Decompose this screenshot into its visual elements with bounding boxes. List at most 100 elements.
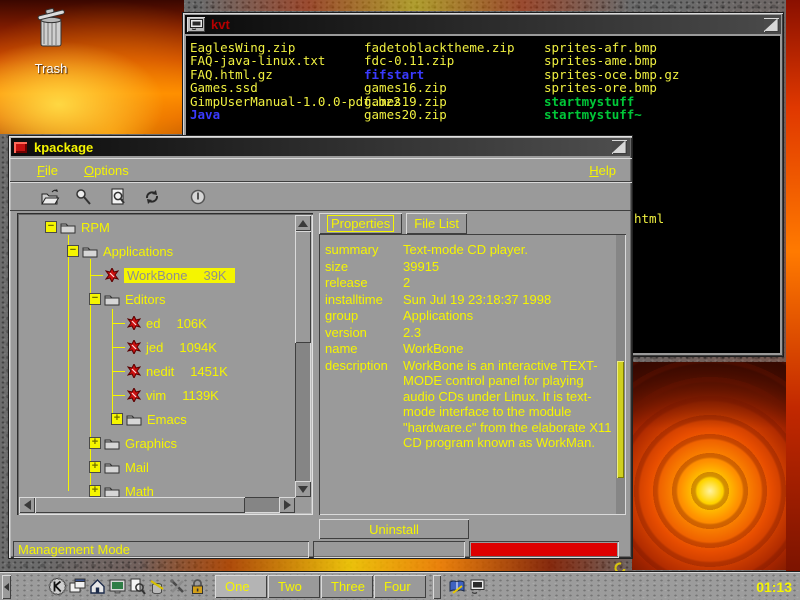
open-package-button[interactable] bbox=[39, 185, 61, 209]
desktop-button-two[interactable]: Two bbox=[268, 575, 320, 598]
k-menu-icon[interactable] bbox=[47, 575, 67, 599]
tab-file-list[interactable]: File List bbox=[406, 213, 467, 234]
properties-scrollbar[interactable] bbox=[616, 235, 625, 514]
package-size: 39K bbox=[203, 268, 226, 283]
file-name: fadetoblacktheme.zip bbox=[364, 41, 515, 54]
menu-help[interactable]: Help bbox=[589, 163, 616, 178]
desktop-pager: One Two Three Four bbox=[215, 575, 427, 598]
expand-expander-icon[interactable] bbox=[89, 461, 101, 473]
wallpaper-flame-bottom-right bbox=[632, 362, 788, 570]
window-list-icon[interactable] bbox=[67, 575, 87, 599]
kvt-app-icon[interactable] bbox=[187, 17, 205, 32]
collapse-expander-icon[interactable] bbox=[45, 221, 57, 233]
collapse-expander-icon[interactable] bbox=[67, 245, 79, 257]
tree-item-editors[interactable]: Editors bbox=[19, 287, 295, 311]
kvt-titlebar[interactable]: kvt bbox=[185, 15, 781, 34]
expand-expander-icon[interactable] bbox=[111, 413, 123, 425]
wallpaper-flame-bottom-strip bbox=[140, 559, 640, 572]
package-tree: RPM Applications WorkBone 39K bbox=[19, 215, 295, 497]
scroll-right-button[interactable] bbox=[279, 497, 295, 513]
scrollbar-thumb[interactable] bbox=[295, 231, 311, 343]
tree-item-ed[interactable]: ed 106K bbox=[19, 311, 295, 335]
collapse-expander-icon[interactable] bbox=[89, 293, 101, 305]
property-key: description bbox=[325, 358, 403, 451]
panel-hide-handle[interactable] bbox=[2, 575, 11, 599]
executable-name: startmystuff bbox=[544, 95, 679, 108]
desktop-button-four[interactable]: Four bbox=[374, 575, 426, 598]
folder-icon bbox=[104, 293, 120, 306]
properties-view: summary Text-mode CD player. size 39915 … bbox=[319, 234, 626, 515]
trash-label: Trash bbox=[16, 61, 86, 76]
find-package-button[interactable] bbox=[73, 185, 95, 209]
tree-item-jed[interactable]: jed 1094K bbox=[19, 335, 295, 359]
selection-highlight: WorkBone 39K bbox=[124, 268, 235, 283]
tree-label: nedit bbox=[146, 364, 174, 379]
tree-label: RPM bbox=[81, 220, 110, 235]
tab-properties[interactable]: Properties bbox=[319, 213, 402, 234]
menu-options[interactable]: Options bbox=[84, 163, 129, 178]
tree-item-graphics[interactable]: Graphics bbox=[19, 431, 295, 455]
property-value: WorkBone is an interactive TEXT-MODE con… bbox=[403, 358, 612, 451]
property-value: 39915 bbox=[403, 259, 612, 276]
menu-file[interactable]: File bbox=[37, 163, 58, 178]
home-icon[interactable] bbox=[87, 575, 107, 599]
terminal-file-column: sprites-afr.bmp sprites-ame.bmp sprites-… bbox=[544, 41, 679, 121]
rpm-package-icon bbox=[127, 364, 141, 378]
desktop-button-three[interactable]: Three bbox=[321, 575, 373, 598]
tree-item-nedit[interactable]: nedit 1451K bbox=[19, 359, 295, 383]
tree-item-mail[interactable]: Mail bbox=[19, 455, 295, 479]
expand-expander-icon[interactable] bbox=[89, 485, 101, 497]
package-size: 1451K bbox=[190, 364, 228, 379]
exit-button[interactable] bbox=[187, 185, 209, 209]
menubar: File Options Help bbox=[9, 158, 632, 182]
kpackage-maximize-button[interactable] bbox=[612, 140, 627, 154]
tree-item-vim[interactable]: vim 1139K bbox=[19, 383, 295, 407]
find-files-icon[interactable] bbox=[127, 575, 147, 599]
property-row: release 2 bbox=[325, 275, 612, 292]
status-bar-field bbox=[313, 541, 465, 558]
property-value: 2 bbox=[403, 275, 612, 292]
uninstall-button[interactable]: Uninstall bbox=[319, 519, 469, 539]
help-book-icon[interactable] bbox=[447, 575, 467, 599]
property-key: size bbox=[325, 259, 403, 276]
tree-label: Mail bbox=[125, 460, 149, 475]
utilities-icon[interactable] bbox=[167, 575, 187, 599]
kvt-maximize-button[interactable] bbox=[764, 18, 779, 32]
terminal-text-fragment: html bbox=[634, 212, 664, 225]
tree-label: WorkBone bbox=[127, 268, 187, 283]
terminal-launcher-icon[interactable] bbox=[107, 575, 127, 599]
kpackage-titlebar[interactable]: kpackage bbox=[11, 138, 630, 156]
tree-item-emacs[interactable]: Emacs bbox=[19, 407, 295, 431]
lock-screen-icon[interactable] bbox=[187, 575, 207, 599]
expand-expander-icon[interactable] bbox=[89, 437, 101, 449]
desktop-settings-icon[interactable] bbox=[147, 575, 167, 599]
tree-item-rpm[interactable]: RPM bbox=[19, 215, 295, 239]
scrollbar-thumb[interactable] bbox=[35, 497, 245, 513]
property-key: release bbox=[325, 275, 403, 292]
tree-horizontal-scrollbar[interactable] bbox=[19, 497, 295, 513]
tree-item-applications[interactable]: Applications bbox=[19, 239, 295, 263]
kvt-taskbar-icon[interactable] bbox=[467, 575, 487, 599]
file-name: sprites-ore.bmp bbox=[544, 81, 679, 94]
reload-button[interactable] bbox=[141, 185, 163, 209]
property-row: summary Text-mode CD player. bbox=[325, 242, 612, 259]
property-key: installtime bbox=[325, 292, 403, 309]
desktop-button-one[interactable]: One bbox=[215, 575, 267, 598]
file-name: sprites-oce.bmp.gz bbox=[544, 68, 679, 81]
scroll-up-button[interactable] bbox=[295, 215, 311, 231]
property-row: group Applications bbox=[325, 308, 612, 325]
file-name: sprites-afr.bmp bbox=[544, 41, 679, 54]
tree-label: Editors bbox=[125, 292, 165, 307]
package-size: 1094K bbox=[179, 340, 217, 355]
scroll-left-button[interactable] bbox=[19, 497, 35, 513]
scrollbar-thumb[interactable] bbox=[617, 361, 624, 478]
property-row: size 39915 bbox=[325, 259, 612, 276]
window-menu-button[interactable] bbox=[14, 142, 27, 153]
scroll-down-button[interactable] bbox=[295, 481, 311, 497]
tree-vertical-scrollbar[interactable] bbox=[295, 215, 311, 497]
find-file-button[interactable] bbox=[107, 185, 129, 209]
package-size: 106K bbox=[176, 316, 206, 331]
trash-desktop-icon[interactable]: Trash bbox=[16, 8, 86, 76]
tree-item-workbone-selected[interactable]: WorkBone 39K bbox=[19, 263, 295, 287]
tree-item-math[interactable]: Math bbox=[19, 479, 295, 497]
